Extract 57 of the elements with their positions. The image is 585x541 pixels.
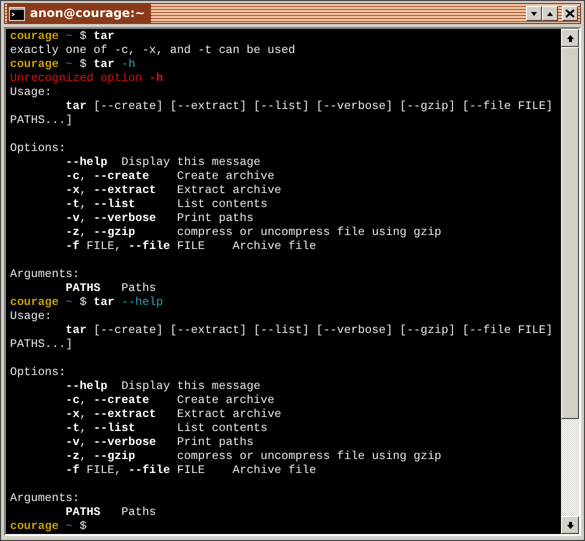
scroll-down-button[interactable] [561, 516, 579, 534]
output-line: Arguments: [10, 492, 80, 505]
prompt-host: courage [10, 30, 59, 43]
triangle-down-icon [530, 10, 538, 16]
output-line: Options: [10, 366, 66, 379]
output-line: --help Display this message [64, 156, 260, 169]
output-line: -v, --verbose Print paths [64, 212, 254, 225]
command-text: tar [94, 30, 114, 43]
output-line: tar [--create] [--extract] [--list] [--verbose] [--gzip] [--file FILE] [64, 324, 553, 337]
output-line: -c, --create Create archive [64, 394, 274, 407]
prompt-host: courage [10, 296, 59, 309]
prompt-symbol: $ [80, 30, 87, 43]
command-argument: -h [121, 58, 136, 71]
output-line: Options: [10, 142, 66, 155]
output-line: -f FILE, --file FILE Archive file [64, 464, 316, 477]
command-argument: --help [121, 296, 164, 309]
output-line: -t, --list List contents [64, 198, 268, 211]
arrow-down-icon [566, 520, 574, 530]
output-line: -x, --extract Extract archive [64, 408, 282, 421]
output-line: -x, --extract Extract archive [64, 184, 282, 197]
close-icon [565, 9, 575, 18]
scroll-up-button[interactable] [561, 29, 579, 47]
prompt-path: ~ [66, 58, 73, 71]
output-line: PATHS Paths [64, 506, 156, 519]
terminal-icon [9, 6, 25, 20]
scrollbar-thumb[interactable] [561, 47, 579, 419]
output-line: PATHS Paths [64, 282, 156, 295]
output-line: tar [--create] [--extract] [--list] [--verbose] [--gzip] [--file FILE] [64, 100, 553, 113]
output-line: -f FILE, --file FILE Archive file [64, 240, 316, 253]
minimize-button[interactable] [526, 6, 542, 21]
maximize-button[interactable] [542, 6, 558, 21]
error-message: Unrecognized option -h [10, 72, 164, 85]
close-button[interactable] [562, 6, 578, 21]
prompt-path: ~ [66, 520, 73, 533]
output-line: Usage: [10, 86, 52, 99]
output-line: -c, --create Create archive [64, 170, 274, 183]
output-line: -z, --gzip compress or uncompress file using gzip [64, 450, 442, 463]
prompt-host: courage [10, 520, 59, 533]
prompt-path: ~ [66, 296, 73, 309]
output-line: PATHS...] [10, 338, 73, 351]
triangle-up-icon [546, 10, 554, 16]
prompt-symbol: $ [80, 58, 87, 71]
prompt-path: ~ [66, 30, 73, 43]
command-text: tar [94, 296, 114, 309]
arrow-up-icon [566, 34, 574, 42]
output-line: -t, --list List contents [64, 422, 268, 435]
output-line: Usage: [10, 310, 52, 323]
prompt-symbol: $ [80, 520, 87, 533]
output-line: exactly one of -c, -x, and -t can be used [10, 44, 296, 57]
output-line: -z, --gzip compress or uncompress file using gzip [64, 226, 442, 239]
output-line: -v, --verbose Print paths [64, 436, 254, 449]
prompt-symbol: $ [80, 296, 87, 309]
prompt-host: courage [10, 58, 59, 71]
command-text: tar [94, 58, 114, 71]
output-line: --help Display this message [64, 380, 260, 393]
output-line: PATHS...] [10, 114, 73, 127]
output-line: Arguments: [10, 268, 80, 281]
